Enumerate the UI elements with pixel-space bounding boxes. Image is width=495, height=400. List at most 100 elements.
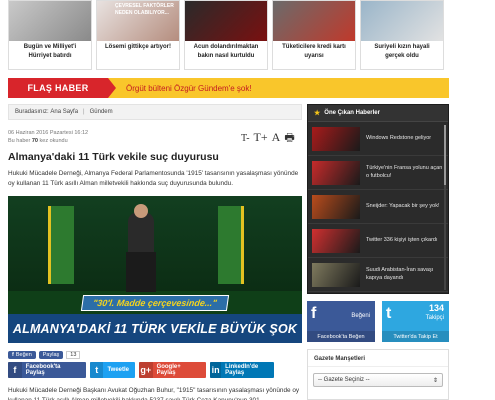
top-news-strip: Bugün ve Milliyet'i Hürriyet batırdı ÇEVR…: [8, 0, 448, 70]
top-news-title[interactable]: Bugün ve Milliyet'i Hürriyet batırdı: [9, 41, 91, 63]
top-news-thumbnail[interactable]: [361, 1, 443, 41]
views-suffix: kez okundu: [39, 138, 68, 144]
flash-news-label: FLAŞ HABER: [8, 78, 116, 98]
featured-news-item-title[interactable]: Suudi Arabistan-İran savaşı kapıya dayan…: [366, 267, 444, 282]
featured-news-thumbnail[interactable]: [312, 194, 360, 219]
featured-news-item[interactable]: Türkiye'nin Fransa yolunu açan o futbolc…: [308, 156, 448, 190]
top-news-card[interactable]: Bugün ve Milliyet'i Hürriyet batırdı: [8, 0, 92, 70]
article-image: "30'l. Madde çerçevesinde..." ALMANYA'DA…: [8, 196, 302, 343]
breadcrumb: Buradasınız: Ana Sayfa | Gündem: [8, 104, 302, 120]
views-count: 70: [31, 138, 38, 144]
top-news-title[interactable]: Lösemi gittikçe artıyor!: [97, 41, 179, 54]
featured-news-item-title[interactable]: Türkiye'nin Fransa yolunu açan o futbolc…: [366, 165, 444, 180]
breadcrumb-separator: |: [83, 109, 85, 115]
top-news-title[interactable]: Acun dolandırılmaktan bakın nasıl kurtul…: [185, 41, 267, 63]
newspaper-headlines-box: Gazete Manşetleri -- Gazete Seçiniz -- ⇕: [307, 349, 449, 400]
featured-news-item[interactable]: Sneijder: Yapacak bir şey yok!: [308, 190, 448, 224]
facebook-icon: f: [8, 362, 22, 378]
speaker-head: [134, 204, 148, 218]
article-lead: Hukuki Mücadele Derneği, Almanya Federal…: [8, 170, 299, 187]
twitter-icon: t: [386, 305, 392, 322]
featured-news-thumbnail[interactable]: [312, 228, 360, 253]
page-margin: [449, 0, 495, 400]
featured-news-item[interactable]: Suudi Arabistan-İran savaşı kapıya dayan…: [308, 258, 448, 292]
font-decrease-button[interactable]: T-: [241, 133, 250, 144]
featured-news-item[interactable]: Twitter 336 kişiyi işten çıkardı: [308, 224, 448, 258]
breadcrumb-prefix: Buradasınız:: [15, 109, 49, 115]
scrollbar-thumb[interactable]: [444, 125, 446, 185]
top-news-card[interactable]: Tüketicilere kredi kartı uyarısı: [272, 0, 356, 70]
featured-news-box: ★ Öne Çıkan Haberler Windows Redstone ge…: [307, 104, 449, 294]
share-counter-row: f Beğen Paylaş 13: [8, 351, 81, 359]
featured-news-list: Windows Redstone geliyor Türkiye'nin Fran…: [308, 122, 448, 292]
font-increase-button[interactable]: T+: [254, 130, 268, 145]
share-button-label: Tweetle: [107, 367, 129, 373]
print-icon[interactable]: 🖶: [284, 129, 294, 148]
featured-news-thumbnail[interactable]: [312, 160, 360, 185]
share-buttons: f Facebook'ta Paylaş t Tweetle g+ Google+ Pay…: [8, 362, 274, 378]
font-reset-button[interactable]: A: [272, 130, 281, 145]
newspaper-headlines-title: Gazete Manşetleri: [308, 350, 448, 367]
article-body: Hukuki Mücadele Derneği Başkanı Avukat O…: [8, 387, 300, 400]
top-news-thumbnail[interactable]: ÇEVRESEL FAKTÖRLER NEDEN OLABILIYOR...: [97, 1, 179, 41]
like-label: Beğen: [15, 352, 32, 358]
top-news-thumbnail[interactable]: [9, 1, 91, 41]
font-size-tools: T- T+ A 🖶: [241, 129, 295, 148]
facebook-like-button[interactable]: f Beğen: [8, 351, 36, 359]
breadcrumb-home-link[interactable]: Ana Sayfa: [50, 109, 78, 115]
top-news-card[interactable]: Acun dolandırılmaktan bakın nasıl kurtul…: [184, 0, 268, 70]
share-button-label: Facebook'ta Paylaş: [25, 364, 61, 376]
linkedin-share-button[interactable]: in LinkedIn'de Paylaş: [210, 362, 274, 378]
star-icon: ★: [314, 110, 321, 117]
share-button-label: Google+ Paylaş: [156, 364, 181, 376]
top-news-card[interactable]: ÇEVRESEL FAKTÖRLER NEDEN OLABILIYOR... Lö…: [96, 0, 180, 70]
image-banner-main: ALMANYA'DAKİ 11 TÜRK VEKİLE BÜYÜK ŞOK: [8, 314, 302, 343]
right-flag: [218, 206, 244, 284]
featured-news-item-title[interactable]: Windows Redstone geliyor: [366, 135, 431, 143]
flash-news-bar[interactable]: FLAŞ HABER Örgüt bülteni Özgür Gündem'e …: [8, 78, 449, 98]
left-flag: [48, 206, 74, 284]
featured-news-thumbnail[interactable]: [312, 126, 360, 151]
facebook-like-label: Beğeni: [351, 313, 370, 319]
facebook-share-small-button[interactable]: Paylaş: [38, 351, 64, 359]
share-button-label: LinkedIn'de Paylaş: [225, 364, 259, 376]
top-news-title[interactable]: Tüketicilere kredi kartı uyarısı: [273, 41, 355, 63]
twitter-follower-count: 134: [428, 303, 444, 313]
facebook-icon: f: [311, 305, 317, 322]
top-news-thumbnail-caption: ÇEVRESEL FAKTÖRLER NEDEN OLABILIYOR...: [115, 3, 174, 16]
article-date: 06 Haziran 2016 Pazartesi 16:12: [8, 130, 89, 136]
news-article-page: Bugün ve Milliyet'i Hürriyet batırdı ÇEVR…: [0, 0, 495, 400]
facebook-icon: f: [12, 352, 14, 358]
views-prefix: Bu haber: [8, 138, 31, 144]
facebook-follow-box[interactable]: f Beğeni Facebook'ta Beğen: [307, 301, 375, 342]
featured-news-header: ★ Öne Çıkan Haberler: [308, 105, 448, 122]
twitter-icon: t: [90, 362, 104, 378]
google-plus-icon: g+: [139, 362, 153, 378]
flash-news-text[interactable]: Örgüt bülteni Özgür Gündem'e şok!: [126, 84, 252, 93]
featured-news-title: Öne Çıkan Haberler: [324, 110, 380, 116]
image-banner-top: "30'l. Madde çerçevesinde...": [8, 292, 302, 314]
linkedin-icon: in: [210, 362, 222, 378]
featured-news-item-title[interactable]: Sneijder: Yapacak bir şey yok!: [366, 203, 439, 211]
top-news-thumbnail[interactable]: [273, 1, 355, 41]
select-arrows-icon: ⇕: [432, 377, 438, 384]
tweet-button[interactable]: t Tweetle: [90, 362, 135, 378]
google-plus-share-button[interactable]: g+ Google+ Paylaş: [139, 362, 206, 378]
article-view-count: Bu haber 70 kez okundu: [8, 138, 68, 144]
featured-news-thumbnail[interactable]: [312, 262, 360, 287]
top-news-title[interactable]: Suriyeli kızın hayali gerçek oldu: [361, 41, 443, 63]
featured-news-item-title[interactable]: Twitter 336 kişiyi işten çıkardı: [366, 237, 438, 245]
podium: [126, 252, 156, 292]
top-news-thumbnail[interactable]: [185, 1, 267, 41]
facebook-share-button[interactable]: f Facebook'ta Paylaş: [8, 362, 86, 378]
breadcrumb-section-link[interactable]: Gündem: [90, 109, 113, 115]
speaker-figure: [128, 212, 154, 254]
share-count: 13: [66, 351, 81, 359]
twitter-follow-box[interactable]: t 134 Takipçi Twitter'da Takip Et: [382, 301, 449, 342]
image-banner-top-text: "30'l. Madde çerçevesinde...": [81, 295, 229, 311]
facebook-like-link[interactable]: Facebook'ta Beğen: [307, 331, 375, 342]
newspaper-select[interactable]: -- Gazete Seçiniz -- ⇕: [313, 373, 443, 387]
featured-news-item[interactable]: Windows Redstone geliyor: [308, 122, 448, 156]
twitter-follow-link[interactable]: Twitter'da Takip Et: [382, 331, 449, 342]
top-news-card[interactable]: Suriyeli kızın hayali gerçek oldu: [360, 0, 444, 70]
